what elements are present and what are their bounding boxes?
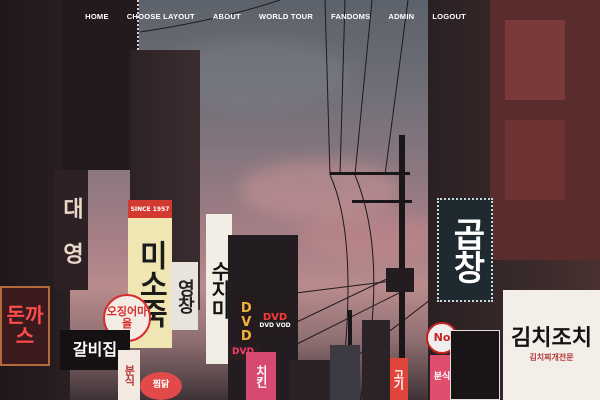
distant-building — [330, 345, 360, 400]
since-sign: SINCE 1957 — [128, 200, 172, 220]
dvd-vod-sign: DVD DVD VOD — [258, 305, 292, 337]
distant-building — [362, 320, 390, 400]
yeongchang-sign: 영창 — [170, 262, 198, 330]
nav-logout[interactable]: LOGOUT — [432, 12, 466, 21]
nav-about[interactable]: ABOUT — [213, 12, 241, 21]
hero-photo: SINCE 1957 미소죽 영창 수지미 오징어마을 갈비집 돈까스 찜닭 대… — [0, 0, 600, 400]
red-vertical-sign: 고기 — [388, 358, 408, 400]
gopchang-sign: 곱창 — [437, 198, 493, 302]
dark-neon-panel — [450, 330, 500, 400]
chicken-sign: 치킨 — [246, 352, 276, 400]
nav-world-tour[interactable]: WORLD TOUR — [259, 12, 313, 21]
dvd-vertical-sign: DVD — [236, 296, 256, 348]
distant-building — [290, 360, 330, 400]
kimchi-sign: 김치조치 김치찌개전문 — [503, 290, 600, 400]
main-nav: HOME CHOOSE LAYOUT ABOUT WORLD TOUR FAND… — [0, 0, 600, 32]
dark-vertical-sign: 대 영 — [54, 170, 88, 290]
jjimtak-sign: 찜닭 — [140, 372, 182, 400]
nav-admin[interactable]: ADMIN — [388, 12, 414, 21]
right-window — [505, 120, 565, 200]
pink-bottom-sign: 분식 — [118, 350, 140, 400]
red-neon-sign: 돈까스 — [0, 286, 50, 366]
nav-choose-layout[interactable]: CHOOSE LAYOUT — [127, 12, 195, 21]
nav-home[interactable]: HOME — [85, 12, 109, 21]
right-window — [505, 20, 565, 100]
nav-fandoms[interactable]: FANDOMS — [331, 12, 370, 21]
